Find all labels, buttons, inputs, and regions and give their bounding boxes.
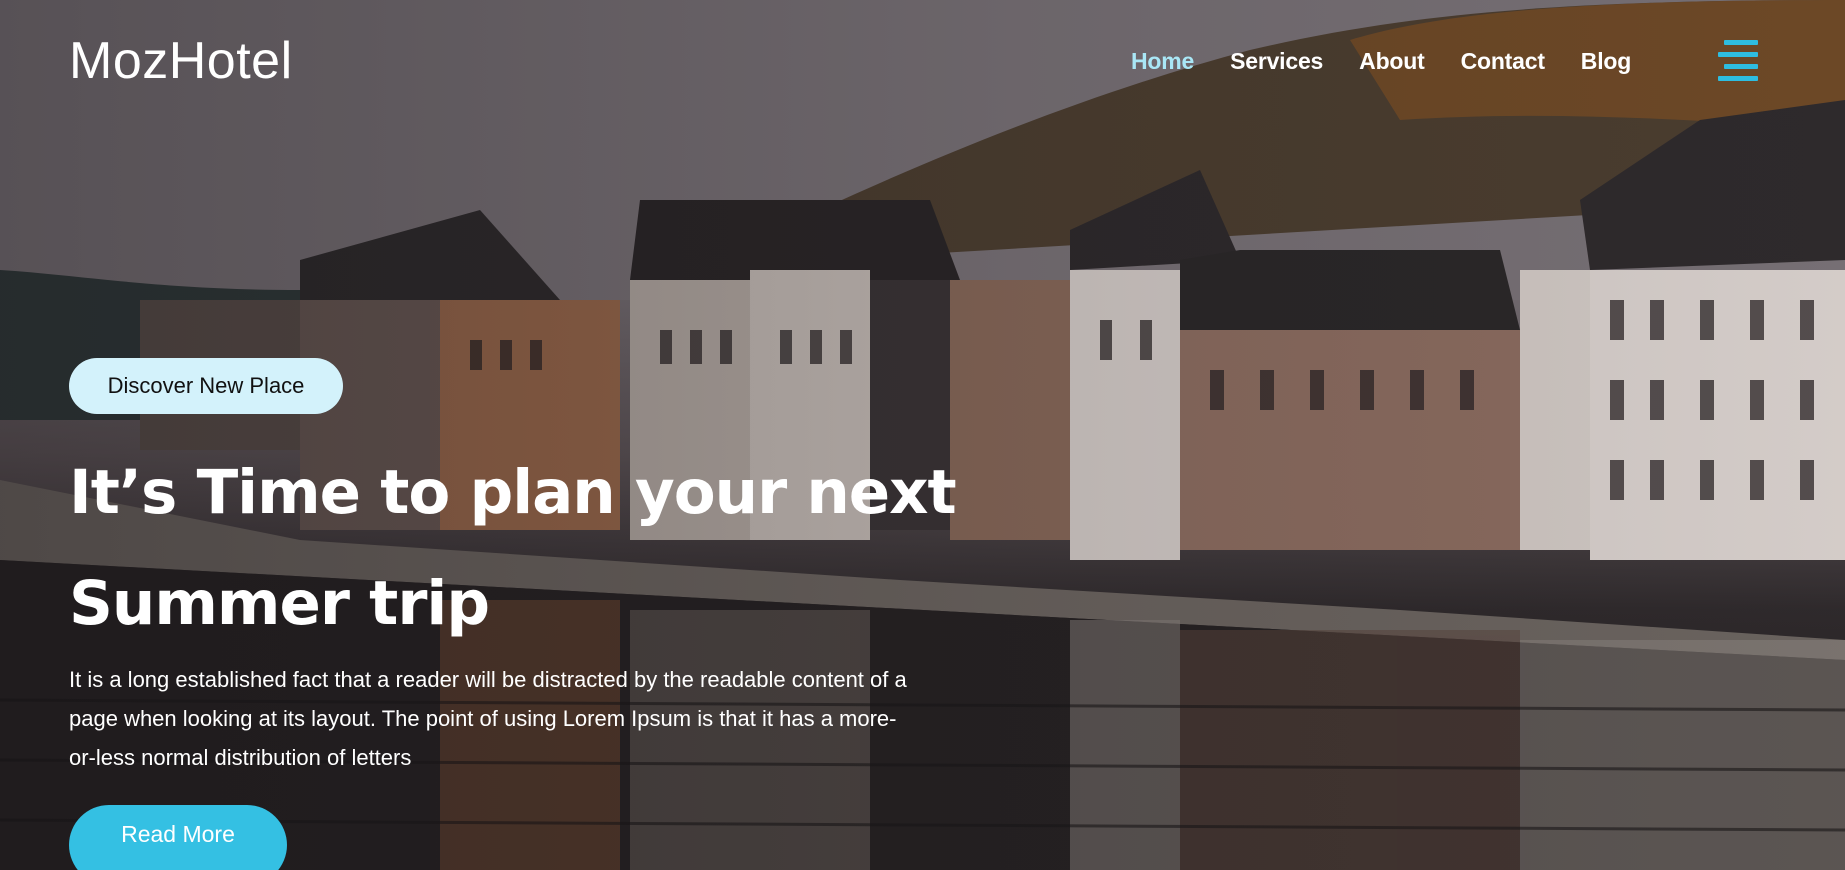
hamburger-menu-icon[interactable]: [1714, 40, 1758, 84]
nav-item-services[interactable]: Services: [1230, 44, 1323, 78]
menu-bar-1: [1724, 40, 1758, 45]
site-logo[interactable]: MozHotel: [69, 30, 293, 92]
menu-bar-3: [1724, 64, 1758, 69]
hero-headline-line-2: Summer trip: [69, 568, 490, 639]
nav-item-blog[interactable]: Blog: [1581, 44, 1632, 78]
hero-headline: It’s Time to plan your next Summer trip: [69, 437, 969, 659]
read-more-button[interactable]: Read More: [69, 805, 287, 870]
nav-item-about[interactable]: About: [1359, 44, 1425, 78]
hero-headline-line-1: It’s Time to plan your next: [69, 457, 957, 528]
discover-badge[interactable]: Discover New Place: [69, 358, 343, 414]
menu-bar-2: [1718, 52, 1758, 57]
nav-item-home[interactable]: Home: [1131, 44, 1194, 78]
main-nav: Home Services About Contact Blog: [1131, 44, 1667, 78]
menu-bar-4: [1718, 76, 1758, 81]
hero-description: It is a long established fact that a rea…: [69, 667, 907, 770]
nav-item-contact[interactable]: Contact: [1461, 44, 1545, 78]
